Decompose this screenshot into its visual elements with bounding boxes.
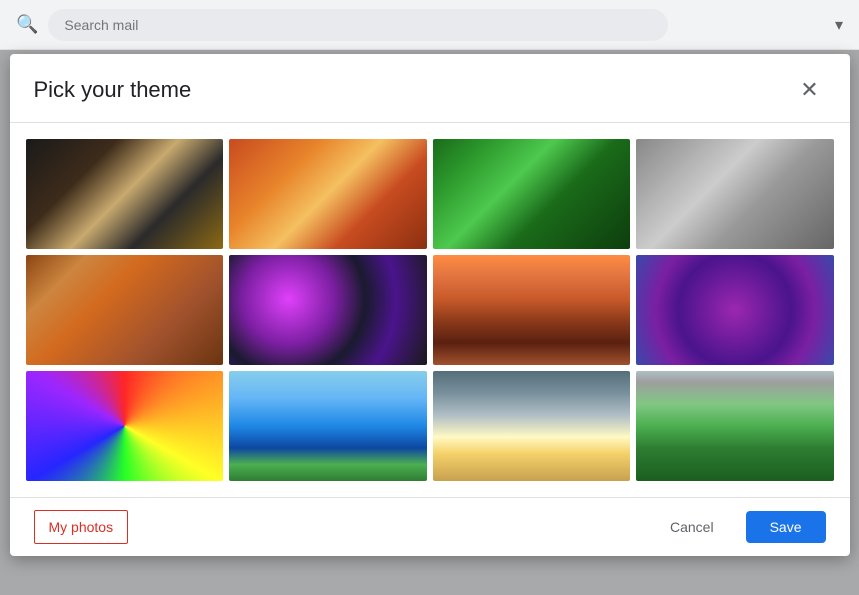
theme-item-lake[interactable] [229, 371, 427, 481]
theme-item-rainbow[interactable] [26, 371, 224, 481]
close-button[interactable]: ✕ [794, 74, 826, 106]
footer-actions: Cancel Save [650, 511, 826, 543]
dialog-footer: My photos Cancel Save [10, 497, 850, 556]
theme-item-canyon[interactable] [229, 139, 427, 249]
dialog-header: Pick your theme ✕ [10, 54, 850, 123]
search-input[interactable] [48, 9, 668, 41]
theme-item-chess[interactable] [26, 139, 224, 249]
save-button[interactable]: Save [746, 511, 826, 543]
theme-item-bokeh[interactable] [229, 255, 427, 365]
dropdown-icon[interactable]: ▾ [835, 15, 843, 35]
theme-item-leaves[interactable] [26, 255, 224, 365]
dialog-body[interactable] [10, 123, 850, 497]
theme-picker-dialog: Pick your theme ✕ My photos Cancel Save [10, 54, 850, 556]
search-icon: 🔍 [16, 14, 38, 35]
theme-item-beach[interactable] [433, 371, 631, 481]
my-photos-button[interactable]: My photos [34, 510, 129, 544]
theme-grid [26, 131, 834, 489]
search-bar: 🔍 ▾ [0, 0, 859, 50]
dialog-title: Pick your theme [34, 77, 192, 103]
theme-item-jellyfish[interactable] [636, 255, 834, 365]
theme-item-horseshoe[interactable] [433, 255, 631, 365]
dialog-overlay: Pick your theme ✕ My photos Cancel Save [0, 50, 859, 595]
theme-item-pipes[interactable] [636, 139, 834, 249]
cancel-button[interactable]: Cancel [650, 511, 734, 543]
theme-item-forest[interactable] [636, 371, 834, 481]
theme-item-caterpillar[interactable] [433, 139, 631, 249]
